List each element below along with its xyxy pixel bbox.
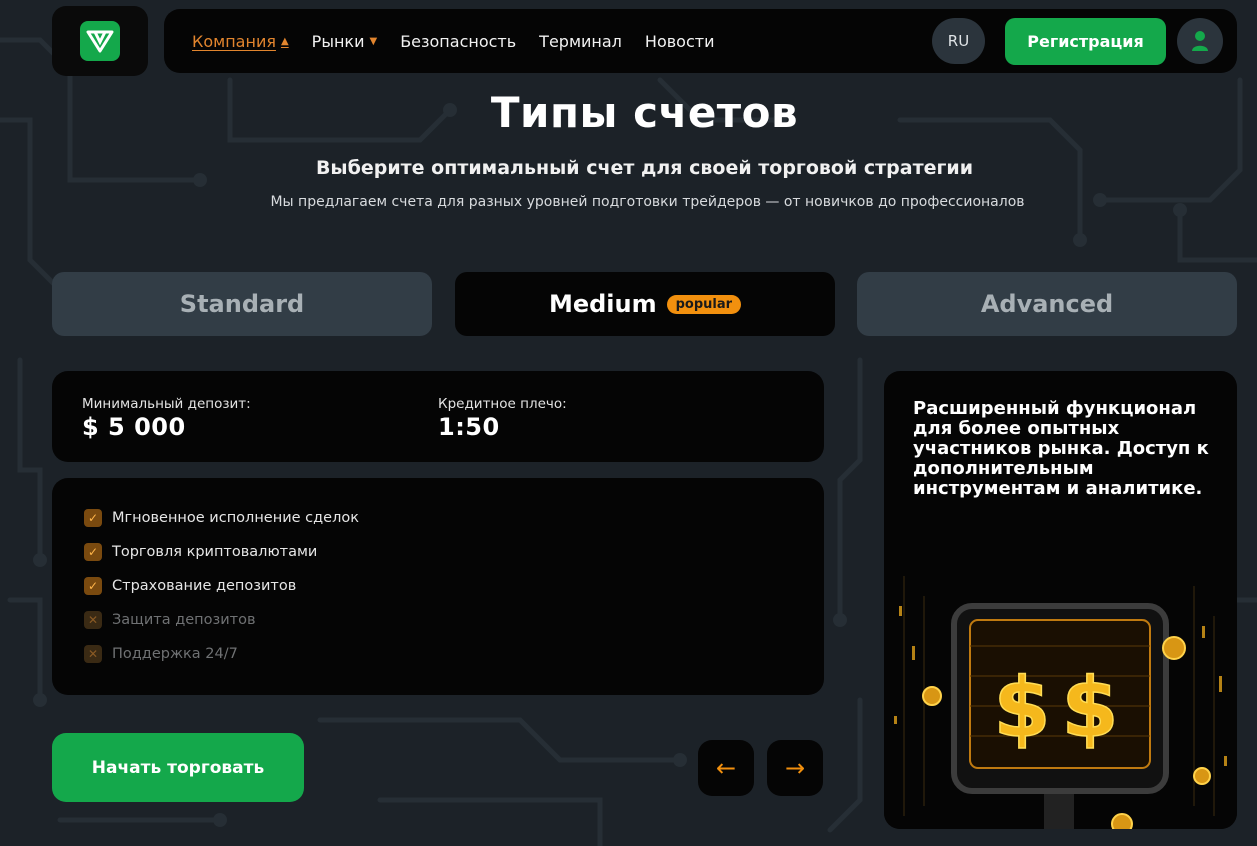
nav-item-security[interactable]: Безопасность (400, 32, 516, 51)
start-trading-button[interactable]: Начать торговать (52, 733, 304, 802)
nav-menu: Компания ▲ Рынки ▼ Безопасность Терминал… (192, 9, 714, 73)
cross-icon: ✕ (84, 645, 102, 663)
tab-label: Advanced (980, 290, 1114, 318)
leverage-value: 1:50 (438, 413, 500, 441)
popular-badge: popular (666, 294, 742, 314)
feature-label: Мгновенное исполнение сделок (112, 510, 359, 526)
prev-button[interactable]: ← (698, 740, 754, 796)
feature-label: Страхование депозитов (112, 578, 297, 594)
svg-text:$: $ (1061, 661, 1118, 756)
nav-item-label: Терминал (539, 31, 622, 51)
cross-icon: ✕ (84, 611, 102, 629)
tab-label: Standard (179, 290, 305, 318)
dollar-monitor-illustration: $ $ (884, 566, 1237, 829)
nav-item-label: Компания (192, 31, 276, 51)
feature-label: Защита депозитов (112, 612, 256, 628)
feature-label: Поддержка 24/7 (112, 646, 238, 662)
nav-item-label: Рынки (311, 31, 365, 51)
caret-down-icon: ▼ (369, 35, 378, 47)
tab-medium[interactable]: Medium popular (455, 272, 835, 336)
promo-card: Расширенный функционал для более опытных… (884, 371, 1237, 829)
register-button[interactable]: Регистрация (1005, 18, 1166, 65)
tab-standard[interactable]: Standard (52, 272, 432, 336)
nav-item-news[interactable]: Новости (645, 32, 715, 51)
nav-item-terminal[interactable]: Терминал (539, 32, 622, 51)
language-switcher[interactable]: RU (932, 18, 985, 64)
feature-item: ✓ Страхование депозитов (84, 577, 296, 595)
arrow-right-icon: → (784, 754, 806, 782)
nav-item-label: Безопасность (400, 31, 517, 51)
nav-item-company[interactable]: Компания ▲ (192, 32, 289, 51)
feature-item: ✕ Поддержка 24/7 (84, 645, 238, 663)
arrow-left-icon: ← (715, 754, 737, 782)
page-subtitle: Выберите оптимальный счет для своей торг… (315, 157, 974, 179)
check-icon: ✓ (84, 543, 102, 561)
tab-advanced[interactable]: Advanced (857, 272, 1237, 336)
min-deposit-label: Минимальный депозит: (82, 396, 251, 412)
feature-item: ✓ Мгновенное исполнение сделок (84, 509, 359, 527)
nav-item-markets[interactable]: Рынки ▼ (312, 32, 378, 51)
leverage-stat: Кредитное плечо: 1:50 (438, 396, 567, 441)
promo-text: Расширенный функционал для более опытных… (913, 398, 1209, 499)
feature-item: ✓ Торговля криптовалютами (84, 543, 317, 561)
user-icon (1192, 31, 1208, 51)
tab-label: Medium (548, 290, 657, 318)
page-title: Типы счетов (490, 88, 799, 137)
logo-button[interactable] (52, 6, 148, 76)
min-deposit-stat: Минимальный депозит: $ 5 000 (82, 396, 251, 441)
feature-label: Торговля криптовалютами (112, 544, 318, 560)
user-account-button[interactable] (1177, 18, 1223, 64)
nav-item-label: Новости (644, 31, 715, 51)
top-navbar: Компания ▲ Рынки ▼ Безопасность Терминал… (164, 9, 1237, 73)
check-icon: ✓ (84, 509, 102, 527)
svg-text:$: $ (993, 661, 1050, 756)
caret-up-icon: ▲ (280, 35, 289, 47)
feature-item: ✕ Защита депозитов (84, 611, 256, 629)
check-icon: ✓ (84, 577, 102, 595)
features-card: ✓ Мгновенное исполнение сделок ✓ Торговл… (52, 478, 824, 695)
account-stats-card: Минимальный депозит: $ 5 000 Кредитное п… (52, 371, 824, 462)
page-description: Мы предлагаем счета для разных уровней п… (270, 194, 1025, 210)
brand-logo-icon (80, 21, 120, 61)
min-deposit-value: $ 5 000 (82, 413, 186, 441)
leverage-label: Кредитное плечо: (438, 396, 567, 412)
next-button[interactable]: → (767, 740, 823, 796)
